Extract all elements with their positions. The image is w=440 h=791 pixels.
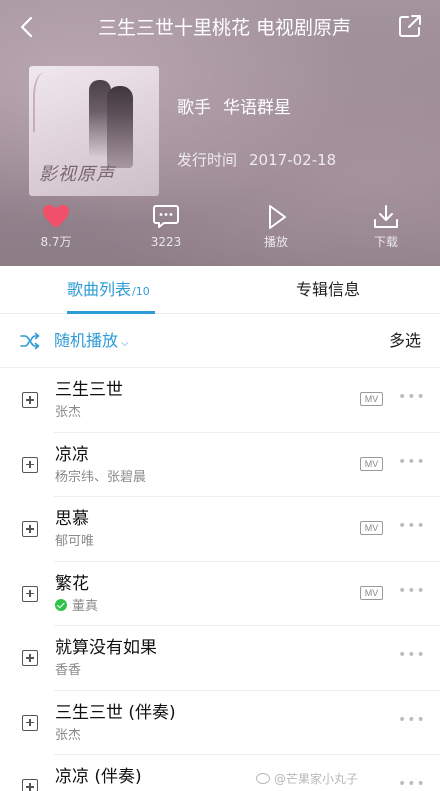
tab-song-list[interactable]: 歌曲列表/10: [67, 266, 150, 314]
share-button[interactable]: [396, 12, 424, 40]
play-icon: [269, 205, 286, 229]
mv-badge[interactable]: MV: [360, 521, 383, 535]
mv-badge[interactable]: MV: [360, 585, 383, 600]
multi-select-button[interactable]: 多选: [389, 314, 421, 368]
song-row[interactable]: 繁花 董真 MV •••: [0, 562, 440, 626]
list-toolbar: 随机播放 ⌵ 多选: [0, 314, 440, 368]
tab-album-info-label: 专辑信息: [296, 280, 361, 299]
download-label: 下载: [373, 235, 398, 249]
more-options-icon[interactable]: •••: [398, 581, 425, 601]
song-row[interactable]: 就算没有如果 香香 •••: [0, 626, 440, 691]
release-info: 发行时间 2017-02-18: [177, 149, 336, 171]
song-artist: 张杰: [55, 727, 82, 743]
like-button[interactable]: 8.7万: [21, 204, 91, 256]
like-count: 8.7万: [40, 235, 72, 249]
song-artist: 张杰: [55, 405, 82, 420]
song-row[interactable]: 思慕 郁可唯 MV •••: [0, 497, 440, 562]
download-button[interactable]: 下载: [351, 204, 421, 256]
chevron-down-icon: ⌵: [121, 338, 129, 349]
song-name: 就算没有如果: [55, 638, 157, 658]
song-name: 三生三世: [55, 380, 123, 400]
singer-name[interactable]: 华语群星: [223, 98, 291, 118]
song-row[interactable]: 三生三世 (伴奏) 张杰 •••: [0, 691, 440, 755]
add-icon[interactable]: [22, 779, 38, 791]
song-artist: 杨宗纬、张碧晨: [55, 469, 147, 485]
song-count: /10: [132, 285, 150, 298]
cover-logo-text: 影视原声: [39, 164, 115, 185]
add-icon[interactable]: [22, 456, 38, 473]
album-title: 三生三世十里桃花 电视剧原声: [98, 17, 352, 39]
album-actions: 8.7万 3223 播放 下载: [0, 204, 440, 256]
tab-bar: 歌曲列表/10 专辑信息: [0, 266, 440, 314]
song-artist: 香香: [55, 663, 82, 678]
more-options-icon[interactable]: •••: [398, 710, 425, 730]
song-row[interactable]: 凉凉 杨宗纬、张碧晨 MV •••: [0, 433, 440, 497]
add-icon[interactable]: [22, 521, 38, 537]
add-icon[interactable]: [22, 392, 38, 408]
song-name: 思慕: [55, 509, 89, 529]
mv-badge[interactable]: MV: [360, 456, 383, 471]
album-header: 三生三世十里桃花 电视剧原声 影视原声 歌手 华语群星 发行时间 2017-02-1…: [0, 0, 440, 266]
song-artist: 董真: [72, 598, 99, 614]
weibo-watermark: @芒果家小丸子: [256, 770, 358, 787]
shuffle-icon[interactable]: [20, 331, 40, 351]
more-options-icon[interactable]: •••: [398, 516, 425, 536]
back-button[interactable]: [12, 12, 42, 42]
cover-figure: [107, 86, 133, 168]
more-options-icon[interactable]: •••: [398, 452, 425, 472]
cover-branch-decoration: [33, 72, 63, 132]
shuffle-play-button[interactable]: 随机播放 ⌵: [54, 314, 129, 368]
song-name: 三生三世 (伴奏): [55, 702, 176, 723]
singer-info[interactable]: 歌手 华语群星: [177, 96, 291, 120]
play-button[interactable]: 播放: [241, 204, 311, 256]
song-row[interactable]: 三生三世 张杰 MV •••: [0, 368, 440, 433]
more-options-icon[interactable]: •••: [398, 387, 425, 407]
add-icon[interactable]: [22, 714, 38, 731]
mv-badge[interactable]: MV: [360, 392, 383, 406]
back-arrow-icon: [20, 16, 33, 38]
comment-button[interactable]: 3223: [131, 204, 201, 256]
top-bar: 三生三世十里桃花 电视剧原声: [0, 0, 440, 56]
more-options-icon[interactable]: •••: [398, 774, 425, 791]
weibo-icon: [256, 773, 270, 784]
verified-icon: [55, 598, 67, 611]
song-row[interactable]: 凉凉 (伴奏) •••: [0, 755, 440, 791]
tab-album-info[interactable]: 专辑信息: [296, 266, 360, 314]
watermark-text: @芒果家小丸子: [274, 772, 359, 786]
add-icon[interactable]: [22, 650, 38, 666]
song-name: 凉凉: [55, 444, 89, 465]
song-name: 繁花: [55, 573, 89, 594]
shuffle-play-label: 随机播放: [54, 331, 119, 350]
release-date: 2017-02-18: [249, 151, 337, 169]
song-artist: 郁可唯: [55, 534, 95, 549]
comment-icon: [153, 205, 179, 228]
album-cover[interactable]: 影视原声: [29, 66, 159, 196]
add-icon[interactable]: [22, 585, 38, 602]
singer-label: 歌手: [177, 98, 211, 118]
song-artist-line: 董真: [55, 598, 99, 615]
song-name: 凉凉 (伴奏): [55, 767, 142, 787]
share-icon: [399, 15, 421, 37]
heart-icon: [43, 205, 69, 228]
play-label: 播放: [263, 235, 288, 249]
more-options-icon[interactable]: •••: [398, 645, 425, 665]
tab-song-list-label: 歌曲列表: [67, 280, 132, 299]
song-list: 三生三世 张杰 MV ••• 凉凉 杨宗纬、张碧晨 MV ••• 思慕 郁可唯 …: [0, 368, 440, 791]
release-label: 发行时间: [177, 151, 238, 169]
download-icon: [374, 205, 398, 228]
comment-count: 3223: [150, 235, 182, 249]
